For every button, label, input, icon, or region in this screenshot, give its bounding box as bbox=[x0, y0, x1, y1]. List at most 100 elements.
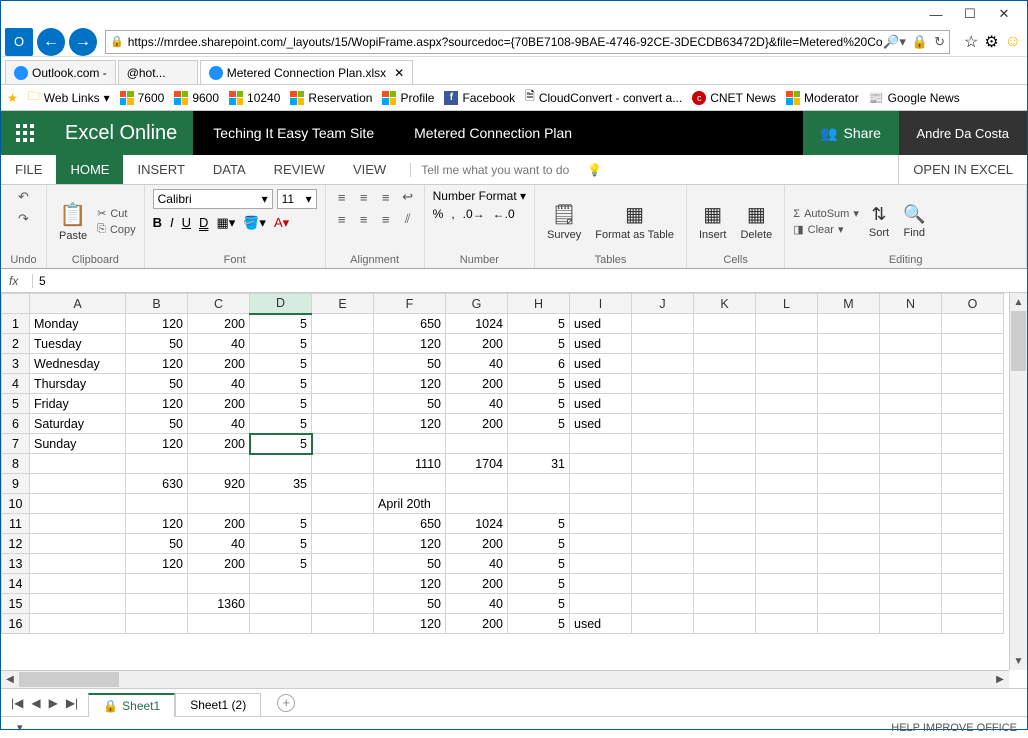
cell-L3[interactable] bbox=[756, 354, 818, 374]
h-scroll-thumb[interactable] bbox=[19, 672, 119, 687]
row-header-10[interactable]: 10 bbox=[2, 494, 30, 514]
cell-A3[interactable]: Wednesday bbox=[30, 354, 126, 374]
cell-K1[interactable] bbox=[694, 314, 756, 334]
cell-O14[interactable] bbox=[942, 574, 1004, 594]
tab-review[interactable]: REVIEW bbox=[260, 155, 339, 184]
close-tab-icon[interactable]: ✕ bbox=[394, 66, 404, 80]
refresh-icon[interactable]: ↻ bbox=[934, 34, 945, 50]
bold-button[interactable]: B bbox=[153, 215, 162, 231]
cell-A16[interactable] bbox=[30, 614, 126, 634]
cell-D7[interactable]: 5 bbox=[250, 434, 312, 454]
cell-N2[interactable] bbox=[880, 334, 942, 354]
col-header-N[interactable]: N bbox=[880, 294, 942, 314]
align-middle-icon[interactable]: ≡ bbox=[356, 189, 372, 205]
cell-A1[interactable]: Monday bbox=[30, 314, 126, 334]
cell-N4[interactable] bbox=[880, 374, 942, 394]
cell-F7[interactable] bbox=[374, 434, 446, 454]
cut-button[interactable]: ✂Cut bbox=[97, 207, 136, 220]
cell-B14[interactable] bbox=[126, 574, 188, 594]
cell-J6[interactable] bbox=[632, 414, 694, 434]
percent-button[interactable]: % bbox=[433, 207, 444, 221]
cell-E7[interactable] bbox=[312, 434, 374, 454]
cell-E16[interactable] bbox=[312, 614, 374, 634]
fav-reservation[interactable]: Reservation bbox=[290, 91, 372, 105]
cell-H11[interactable]: 5 bbox=[508, 514, 570, 534]
cell-O11[interactable] bbox=[942, 514, 1004, 534]
help-improve-link[interactable]: HELP IMPROVE OFFICE bbox=[891, 722, 1017, 734]
cell-C9[interactable]: 920 bbox=[188, 474, 250, 494]
delete-button[interactable]: ▦Delete bbox=[736, 200, 776, 243]
cell-G1[interactable]: 1024 bbox=[446, 314, 508, 334]
cell-M4[interactable] bbox=[818, 374, 880, 394]
cell-O3[interactable] bbox=[942, 354, 1004, 374]
format-as-table-button[interactable]: ▦Format as Table bbox=[591, 200, 678, 243]
comma-button[interactable]: , bbox=[451, 207, 454, 221]
cell-N11[interactable] bbox=[880, 514, 942, 534]
cell-K8[interactable] bbox=[694, 454, 756, 474]
cell-N3[interactable] bbox=[880, 354, 942, 374]
cell-D14[interactable] bbox=[250, 574, 312, 594]
sheet-next-icon[interactable]: ▶ bbox=[49, 696, 58, 710]
double-underline-button[interactable]: D bbox=[199, 215, 208, 231]
cell-J15[interactable] bbox=[632, 594, 694, 614]
scroll-up-icon[interactable]: ▲ bbox=[1010, 293, 1027, 311]
team-site-link[interactable]: Teching It Easy Team Site bbox=[193, 111, 394, 155]
cell-M1[interactable] bbox=[818, 314, 880, 334]
tab-data[interactable]: DATA bbox=[199, 155, 260, 184]
share-button[interactable]: 👥Share bbox=[803, 111, 899, 155]
cell-O13[interactable] bbox=[942, 554, 1004, 574]
tell-me-input[interactable] bbox=[421, 163, 581, 177]
cell-C15[interactable]: 1360 bbox=[188, 594, 250, 614]
cell-A14[interactable] bbox=[30, 574, 126, 594]
cell-J11[interactable] bbox=[632, 514, 694, 534]
cell-G13[interactable]: 40 bbox=[446, 554, 508, 574]
cell-E11[interactable] bbox=[312, 514, 374, 534]
cell-G2[interactable]: 200 bbox=[446, 334, 508, 354]
cell-H8[interactable]: 31 bbox=[508, 454, 570, 474]
font-size-combo[interactable]: 11▾ bbox=[277, 189, 317, 209]
sheet-tab-2[interactable]: Sheet1 (2) bbox=[175, 693, 261, 717]
v-scroll-thumb[interactable] bbox=[1011, 311, 1026, 371]
cell-I16[interactable]: used bbox=[570, 614, 632, 634]
row-header-11[interactable]: 11 bbox=[2, 514, 30, 534]
cell-B16[interactable] bbox=[126, 614, 188, 634]
cell-J10[interactable] bbox=[632, 494, 694, 514]
cell-H7[interactable] bbox=[508, 434, 570, 454]
cell-B5[interactable]: 120 bbox=[126, 394, 188, 414]
cell-F2[interactable]: 120 bbox=[374, 334, 446, 354]
cell-L6[interactable] bbox=[756, 414, 818, 434]
fav-cnet[interactable]: cCNET News bbox=[692, 91, 776, 105]
cell-D13[interactable]: 5 bbox=[250, 554, 312, 574]
cell-L9[interactable] bbox=[756, 474, 818, 494]
insert-button[interactable]: ▦Insert bbox=[695, 200, 731, 243]
search-dropdown-icon[interactable]: 🔎▾ bbox=[883, 34, 906, 50]
decrease-decimal-button[interactable]: ←.0 bbox=[493, 207, 515, 221]
cell-E15[interactable] bbox=[312, 594, 374, 614]
cell-F13[interactable]: 50 bbox=[374, 554, 446, 574]
align-right-icon[interactable]: ≡ bbox=[378, 211, 394, 227]
cell-L10[interactable] bbox=[756, 494, 818, 514]
window-close[interactable]: ✕ bbox=[987, 3, 1021, 25]
col-header-I[interactable]: I bbox=[570, 294, 632, 314]
cell-N14[interactable] bbox=[880, 574, 942, 594]
scroll-right-icon[interactable]: ▶ bbox=[991, 671, 1009, 688]
browser-tab-metered[interactable]: Metered Connection Plan.xlsx✕ bbox=[200, 60, 413, 84]
cell-A10[interactable] bbox=[30, 494, 126, 514]
cell-O8[interactable] bbox=[942, 454, 1004, 474]
row-header-4[interactable]: 4 bbox=[2, 374, 30, 394]
user-menu[interactable]: Andre Da Costa bbox=[899, 111, 1028, 155]
cell-D9[interactable]: 35 bbox=[250, 474, 312, 494]
cell-C7[interactable]: 200 bbox=[188, 434, 250, 454]
cell-D2[interactable]: 5 bbox=[250, 334, 312, 354]
clear-button[interactable]: ◨Clear ▾ bbox=[793, 223, 859, 236]
cell-N9[interactable] bbox=[880, 474, 942, 494]
cell-G3[interactable]: 40 bbox=[446, 354, 508, 374]
cell-E8[interactable] bbox=[312, 454, 374, 474]
fav-9600[interactable]: 9600 bbox=[174, 91, 219, 105]
cell-D3[interactable]: 5 bbox=[250, 354, 312, 374]
cell-A2[interactable]: Tuesday bbox=[30, 334, 126, 354]
cell-N7[interactable] bbox=[880, 434, 942, 454]
security-lock-icon[interactable]: 🔒 bbox=[912, 34, 928, 50]
cell-K3[interactable] bbox=[694, 354, 756, 374]
cell-A6[interactable]: Saturday bbox=[30, 414, 126, 434]
